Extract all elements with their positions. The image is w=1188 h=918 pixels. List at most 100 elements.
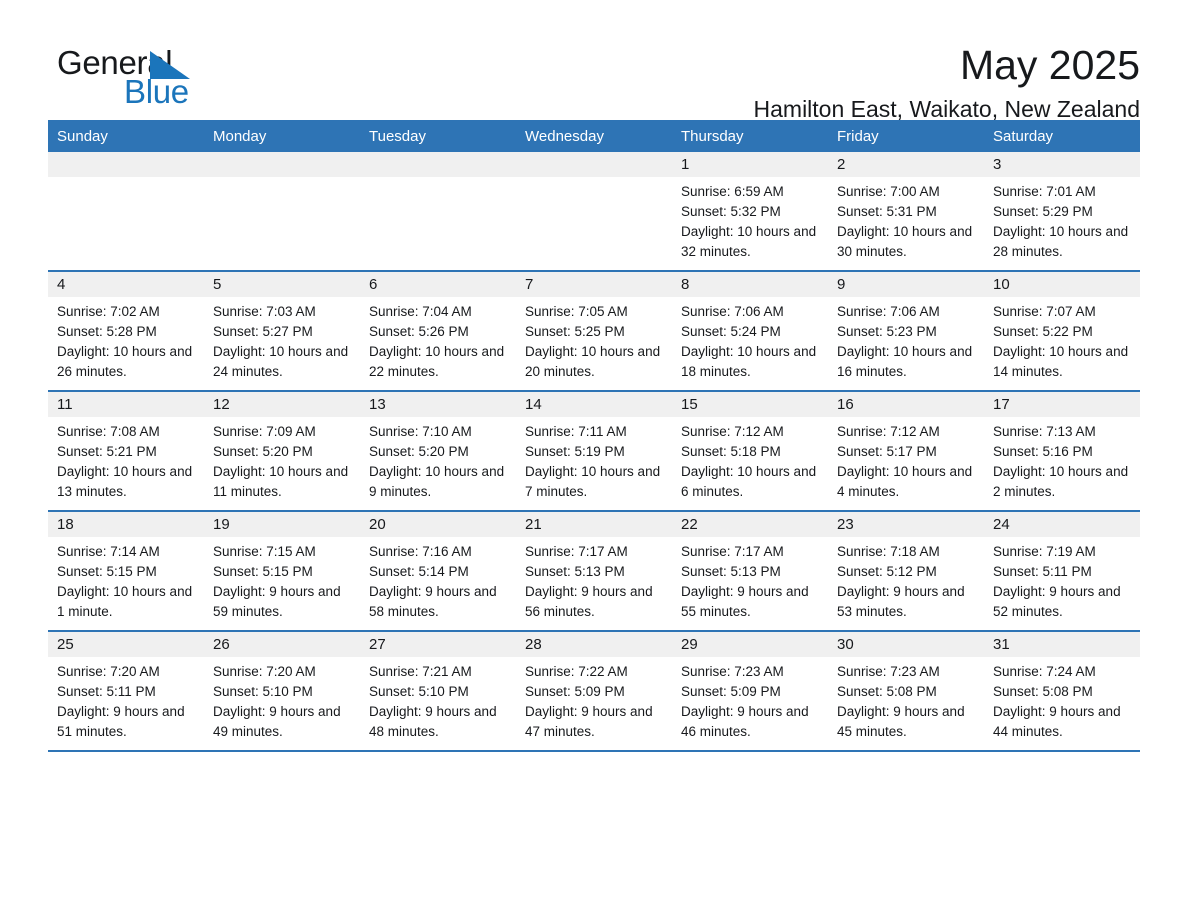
calendar-day-cell[interactable]: 7 Sunrise: 7:05 AM Sunset: 5:25 PM Daylight… [516, 270, 672, 391]
daylight-text: Daylight: 10 hours and 14 minutes. [993, 344, 1129, 379]
daylight-text: Daylight: 10 hours and 7 minutes. [525, 464, 661, 499]
calendar-day-cell[interactable]: 18 Sunrise: 7:14 AM Sunset: 5:15 PM Dayligh… [48, 510, 204, 631]
daylight-text: Daylight: 10 hours and 4 minutes. [837, 464, 973, 499]
sunset-text: Sunset: 5:20 PM [213, 444, 313, 459]
calendar-day-cell[interactable]: 20 Sunrise: 7:16 AM Sunset: 5:14 PM Dayligh… [360, 510, 516, 631]
calendar-day-cell[interactable]: 27 Sunrise: 7:21 AM Sunset: 5:10 PM Dayligh… [360, 630, 516, 750]
calendar-day-cell[interactable]: 25 Sunrise: 7:20 AM Sunset: 5:11 PM Dayligh… [48, 630, 204, 750]
daylight-text: Daylight: 9 hours and 49 minutes. [213, 704, 341, 739]
calendar-day-cell[interactable]: 8 Sunrise: 7:06 AM Sunset: 5:24 PM Daylight… [672, 270, 828, 391]
sunset-text: Sunset: 5:10 PM [369, 684, 469, 699]
calendar-week-row: 25 Sunrise: 7:20 AM Sunset: 5:11 PM Dayligh… [48, 630, 1140, 750]
daylight-text: Daylight: 10 hours and 16 minutes. [837, 344, 973, 379]
calendar-day-cell[interactable]: 26 Sunrise: 7:20 AM Sunset: 5:10 PM Dayligh… [204, 630, 360, 750]
sunrise-text: Sunrise: 7:19 AM [993, 544, 1096, 559]
calendar-day-cell[interactable]: 14 Sunrise: 7:11 AM Sunset: 5:19 PM Dayligh… [516, 390, 672, 511]
sunset-text: Sunset: 5:12 PM [837, 564, 937, 579]
daylight-text: Daylight: 9 hours and 46 minutes. [681, 704, 809, 739]
daylight-text: Daylight: 10 hours and 22 minutes. [369, 344, 505, 379]
sunset-text: Sunset: 5:21 PM [57, 444, 157, 459]
daylight-text: Daylight: 9 hours and 56 minutes. [525, 584, 653, 619]
sunrise-text: Sunrise: 7:16 AM [369, 544, 472, 559]
sunrise-text: Sunrise: 7:02 AM [57, 304, 160, 319]
weekday-header-thursday: Thursday [672, 120, 828, 152]
calendar-day-cell[interactable]: 6 Sunrise: 7:04 AM Sunset: 5:26 PM Daylight… [360, 270, 516, 391]
sunrise-text: Sunrise: 7:12 AM [837, 424, 940, 439]
sunset-text: Sunset: 5:13 PM [525, 564, 625, 579]
daylight-text: Daylight: 10 hours and 1 minute. [57, 584, 193, 619]
logo-text-blue: Blue [124, 73, 189, 110]
sunrise-text: Sunrise: 7:23 AM [837, 664, 940, 679]
sunset-text: Sunset: 5:28 PM [57, 324, 157, 339]
calendar-day-cell[interactable]: 3 Sunrise: 7:01 AM Sunset: 5:29 PM Daylight… [984, 152, 1140, 271]
calendar-day-cell[interactable]: 12 Sunrise: 7:09 AM Sunset: 5:20 PM Dayligh… [204, 390, 360, 511]
sunrise-text: Sunrise: 7:00 AM [837, 184, 940, 199]
sunrise-text: Sunrise: 7:10 AM [369, 424, 472, 439]
sunrise-text: Sunrise: 6:59 AM [681, 184, 784, 199]
day-details: Sunrise: 7:20 AM Sunset: 5:11 PM Daylight:… [48, 657, 204, 742]
sunset-text: Sunset: 5:27 PM [213, 324, 313, 339]
day-details: Sunrise: 7:17 AM Sunset: 5:13 PM Daylight:… [672, 537, 828, 622]
daylight-text: Daylight: 9 hours and 48 minutes. [369, 704, 497, 739]
day-number: 20 [360, 512, 516, 537]
day-details: Sunrise: 7:21 AM Sunset: 5:10 PM Daylight:… [360, 657, 516, 742]
sunrise-text: Sunrise: 7:09 AM [213, 424, 316, 439]
calendar-day-cell[interactable]: 21 Sunrise: 7:17 AM Sunset: 5:13 PM Dayligh… [516, 510, 672, 631]
day-details: Sunrise: 7:11 AM Sunset: 5:19 PM Daylight:… [516, 417, 672, 502]
day-details: Sunrise: 7:20 AM Sunset: 5:10 PM Daylight:… [204, 657, 360, 742]
sunset-text: Sunset: 5:17 PM [837, 444, 937, 459]
sunrise-text: Sunrise: 7:08 AM [57, 424, 160, 439]
calendar-day-cell[interactable]: 2 Sunrise: 7:00 AM Sunset: 5:31 PM Daylight… [828, 152, 984, 271]
calendar-day-cell[interactable]: 16 Sunrise: 7:12 AM Sunset: 5:17 PM Dayligh… [828, 390, 984, 511]
day-details: Sunrise: 7:23 AM Sunset: 5:08 PM Daylight:… [828, 657, 984, 742]
calendar-day-cell[interactable]: 4 Sunrise: 7:02 AM Sunset: 5:28 PM Daylight… [48, 270, 204, 391]
daylight-text: Daylight: 10 hours and 18 minutes. [681, 344, 817, 379]
sunrise-text: Sunrise: 7:24 AM [993, 664, 1096, 679]
calendar-day-cell[interactable]: 19 Sunrise: 7:15 AM Sunset: 5:15 PM Dayligh… [204, 510, 360, 631]
sunrise-text: Sunrise: 7:23 AM [681, 664, 784, 679]
calendar-day-cell[interactable]: 15 Sunrise: 7:12 AM Sunset: 5:18 PM Dayligh… [672, 390, 828, 511]
day-number: 22 [672, 512, 828, 537]
day-details: Sunrise: 7:15 AM Sunset: 5:15 PM Daylight:… [204, 537, 360, 622]
sunset-text: Sunset: 5:29 PM [993, 204, 1093, 219]
daylight-text: Daylight: 9 hours and 45 minutes. [837, 704, 965, 739]
calendar-day-cell[interactable]: 11 Sunrise: 7:08 AM Sunset: 5:21 PM Dayligh… [48, 390, 204, 511]
calendar-day-cell[interactable]: 5 Sunrise: 7:03 AM Sunset: 5:27 PM Daylight… [204, 270, 360, 391]
daylight-text: Daylight: 10 hours and 9 minutes. [369, 464, 505, 499]
calendar-day-cell[interactable]: 1 Sunrise: 6:59 AM Sunset: 5:32 PM Daylight… [672, 152, 828, 271]
sunset-text: Sunset: 5:11 PM [993, 564, 1092, 579]
sunset-text: Sunset: 5:31 PM [837, 204, 937, 219]
sunset-text: Sunset: 5:23 PM [837, 324, 937, 339]
calendar-day-cell[interactable]: 22 Sunrise: 7:17 AM Sunset: 5:13 PM Dayligh… [672, 510, 828, 631]
day-details: Sunrise: 6:59 AM Sunset: 5:32 PM Daylight:… [672, 177, 828, 262]
sunrise-text: Sunrise: 7:14 AM [57, 544, 160, 559]
day-number: 15 [672, 392, 828, 417]
calendar-day-cell[interactable]: 23 Sunrise: 7:18 AM Sunset: 5:12 PM Dayligh… [828, 510, 984, 631]
calendar-day-cell[interactable]: 13 Sunrise: 7:10 AM Sunset: 5:20 PM Dayligh… [360, 390, 516, 511]
calendar-day-cell[interactable]: 9 Sunrise: 7:06 AM Sunset: 5:23 PM Daylight… [828, 270, 984, 391]
day-number [516, 152, 672, 177]
daylight-text: Daylight: 10 hours and 13 minutes. [57, 464, 193, 499]
calendar-day-cell[interactable]: 31 Sunrise: 7:24 AM Sunset: 5:08 PM Dayligh… [984, 630, 1140, 750]
daylight-text: Daylight: 9 hours and 52 minutes. [993, 584, 1121, 619]
calendar-day-cell[interactable]: 29 Sunrise: 7:23 AM Sunset: 5:09 PM Dayligh… [672, 630, 828, 750]
daylight-text: Daylight: 10 hours and 28 minutes. [993, 224, 1129, 259]
sunrise-text: Sunrise: 7:20 AM [57, 664, 160, 679]
daylight-text: Daylight: 10 hours and 30 minutes. [837, 224, 973, 259]
sunset-text: Sunset: 5:25 PM [525, 324, 625, 339]
day-details: Sunrise: 7:22 AM Sunset: 5:09 PM Daylight:… [516, 657, 672, 742]
daylight-text: Daylight: 10 hours and 2 minutes. [993, 464, 1129, 499]
day-details: Sunrise: 7:14 AM Sunset: 5:15 PM Daylight:… [48, 537, 204, 622]
day-number: 2 [828, 152, 984, 177]
sunset-text: Sunset: 5:19 PM [525, 444, 625, 459]
general-blue-logo[interactable]: General Blue [48, 42, 348, 112]
calendar-day-cell[interactable]: 10 Sunrise: 7:07 AM Sunset: 5:22 PM Dayligh… [984, 270, 1140, 391]
calendar-week-row: 11 Sunrise: 7:08 AM Sunset: 5:21 PM Dayligh… [48, 390, 1140, 511]
calendar-day-cell[interactable]: 30 Sunrise: 7:23 AM Sunset: 5:08 PM Dayligh… [828, 630, 984, 750]
calendar-day-cell[interactable]: 24 Sunrise: 7:19 AM Sunset: 5:11 PM Dayligh… [984, 510, 1140, 631]
sunrise-text: Sunrise: 7:05 AM [525, 304, 628, 319]
calendar-day-cell[interactable]: 17 Sunrise: 7:13 AM Sunset: 5:16 PM Dayligh… [984, 390, 1140, 511]
day-details: Sunrise: 7:05 AM Sunset: 5:25 PM Daylight:… [516, 297, 672, 382]
day-details: Sunrise: 7:18 AM Sunset: 5:12 PM Daylight:… [828, 537, 984, 622]
calendar-day-cell[interactable]: 28 Sunrise: 7:22 AM Sunset: 5:09 PM Dayligh… [516, 630, 672, 750]
